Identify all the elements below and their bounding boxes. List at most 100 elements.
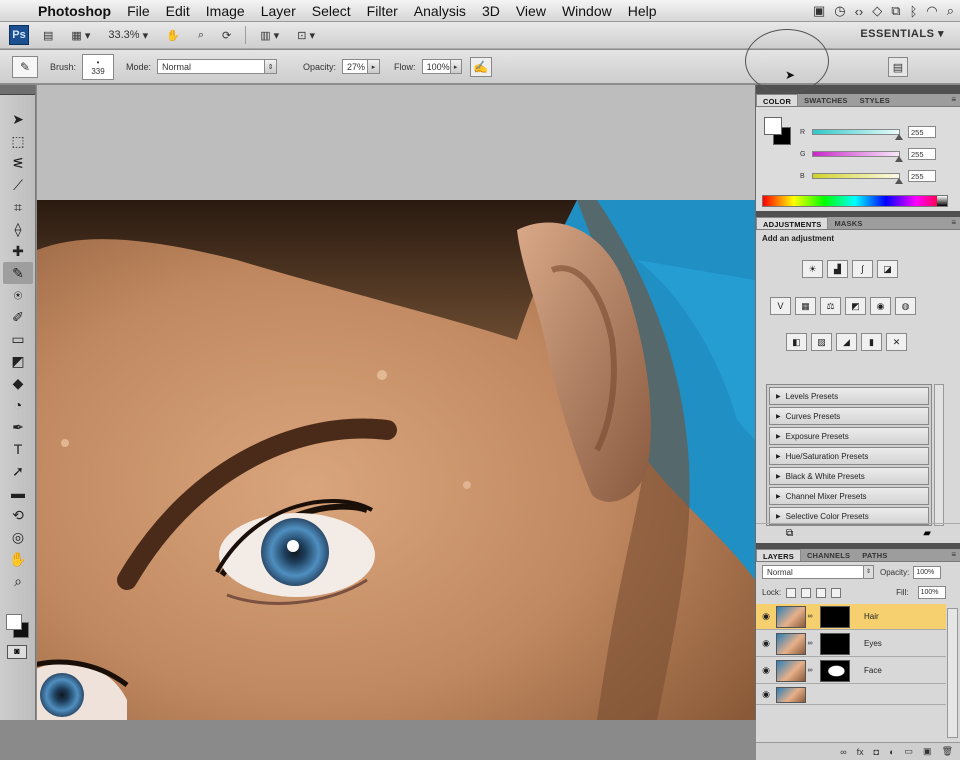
slider-knob[interactable]: [895, 156, 903, 162]
slider-knob[interactable]: [895, 134, 903, 140]
preset-item[interactable]: ▶ Hue/Saturation Presets: [769, 447, 929, 465]
crop-tool-icon[interactable]: ⌗: [3, 196, 33, 218]
layer-mask-thumbnail[interactable]: [820, 632, 850, 655]
brush-picker[interactable]: • 339: [82, 53, 115, 80]
color-swatches[interactable]: [4, 612, 32, 642]
screen-mode-button[interactable]: ⊡ ▾: [293, 26, 319, 44]
trash-icon[interactable]: 🗑: [942, 746, 953, 757]
menu-help[interactable]: Help: [620, 3, 665, 19]
type-tool-icon[interactable]: T: [3, 438, 33, 460]
zoom-level[interactable]: 33.3% ▾: [104, 26, 152, 44]
preset-item[interactable]: ▶ Curves Presets: [769, 407, 929, 425]
green-value[interactable]: 255: [908, 148, 936, 160]
menu-view[interactable]: View: [508, 3, 554, 19]
path-selection-tool-icon[interactable]: ➚: [3, 460, 33, 482]
blue-slider[interactable]: [812, 173, 903, 184]
tab-adjustments[interactable]: ADJUSTMENTS: [756, 217, 829, 229]
visibility-eye-icon[interactable]: ◉: [756, 638, 776, 649]
lock-transparency-icon[interactable]: [786, 587, 797, 598]
spaces-icon[interactable]: ⧉: [891, 3, 900, 19]
mode-select[interactable]: Normal ⇕: [157, 59, 278, 74]
tab-channels[interactable]: CHANNELS: [801, 549, 856, 561]
gradient-tool-icon[interactable]: ◩: [3, 350, 33, 372]
workspace-switcher[interactable]: ESSENTIALS ▾: [860, 27, 944, 40]
diamond-icon[interactable]: ◇: [872, 3, 882, 19]
brush-panel-toggle[interactable]: ▤: [888, 57, 908, 77]
color-balance-icon[interactable]: ⚖: [820, 297, 841, 315]
green-slider[interactable]: [812, 151, 903, 162]
add-mask-icon[interactable]: ◘: [874, 747, 879, 757]
rotate-view-button[interactable]: ⟳: [218, 26, 235, 44]
brightness-contrast-icon[interactable]: ☀: [802, 260, 823, 278]
panel-grip[interactable]: [0, 85, 35, 95]
3d-rotate-tool-icon[interactable]: ⟲: [3, 504, 33, 526]
eyedropper-tool-icon[interactable]: ⟠: [3, 218, 33, 240]
slider-knob[interactable]: [895, 178, 903, 184]
link-icon[interactable]: ∞: [806, 640, 814, 647]
preset-item[interactable]: ▶ Channel Mixer Presets: [769, 487, 929, 505]
layer-name[interactable]: Hair: [864, 612, 879, 621]
zoom-tool-button[interactable]: ⌕: [194, 26, 208, 44]
blend-mode-select[interactable]: Normal ⇕: [762, 565, 874, 579]
exposure-icon[interactable]: ◪: [877, 260, 898, 278]
layer-row-eyes[interactable]: ◉ ∞ Eyes: [756, 631, 946, 657]
document-canvas[interactable]: [37, 200, 755, 720]
preset-item[interactable]: ▶ Exposure Presets: [769, 427, 929, 445]
lock-pixels-icon[interactable]: [801, 587, 812, 598]
brush-tool-icon[interactable]: ✎: [3, 262, 33, 284]
layer-mask-thumbnail[interactable]: [820, 605, 850, 628]
airbrush-toggle[interactable]: ✍: [469, 56, 492, 77]
wifi-icon[interactable]: ◠: [926, 3, 937, 19]
link-icon[interactable]: ∞: [806, 613, 814, 620]
layer-row-background[interactable]: ◉: [756, 685, 946, 705]
history-brush-tool-icon[interactable]: ✐: [3, 306, 33, 328]
layer-name[interactable]: Eyes: [864, 639, 882, 648]
vibrance-icon[interactable]: V: [770, 297, 791, 315]
layer-opacity-value[interactable]: 100%: [913, 565, 942, 579]
menu-file[interactable]: File: [119, 3, 158, 19]
tab-layers[interactable]: LAYERS: [756, 549, 801, 561]
quick-selection-tool-icon[interactable]: ⟋: [3, 174, 33, 196]
launch-bridge-button[interactable]: ▤: [39, 26, 57, 44]
panel-menu-icon[interactable]: ≡: [951, 95, 956, 104]
levels-icon[interactable]: ▟: [827, 260, 848, 278]
new-group-icon[interactable]: ▭: [905, 746, 914, 757]
red-slider[interactable]: [812, 129, 903, 140]
invert-icon[interactable]: ◧: [786, 333, 807, 351]
menu-3d[interactable]: 3D: [474, 3, 508, 19]
preset-item[interactable]: ▶ Black & White Presets: [769, 467, 929, 485]
hue-saturation-icon[interactable]: ▦: [795, 297, 816, 315]
layer-row-hair[interactable]: ◉ ∞ Hair: [756, 604, 946, 630]
layer-name[interactable]: Face: [864, 666, 882, 675]
code-icon[interactable]: ‹›: [855, 4, 864, 19]
tab-masks[interactable]: MASKS: [828, 217, 868, 229]
curves-icon[interactable]: ∫: [852, 260, 873, 278]
menu-layer[interactable]: Layer: [253, 3, 304, 19]
red-value[interactable]: 255: [908, 126, 936, 138]
menu-filter[interactable]: Filter: [359, 3, 406, 19]
tool-preset-picker[interactable]: ✎: [12, 55, 38, 78]
new-layer-icon[interactable]: ▣: [923, 746, 932, 757]
preset-item[interactable]: ▶ Levels Presets: [769, 387, 929, 405]
posterize-icon[interactable]: ▨: [811, 333, 832, 351]
menu-edit[interactable]: Edit: [158, 3, 198, 19]
quick-mask-button[interactable]: ◙: [7, 645, 27, 659]
panel-menu-icon[interactable]: ≡: [951, 218, 956, 227]
foreground-color-swatch[interactable]: [6, 614, 22, 630]
gradient-map-icon[interactable]: ▮: [861, 333, 882, 351]
menu-image[interactable]: Image: [198, 3, 253, 19]
selective-color-icon[interactable]: ✕: [886, 333, 907, 351]
adjustment-options-icon[interactable]: ▰: [923, 528, 931, 539]
opacity-field[interactable]: 27% ▸: [342, 59, 381, 74]
blue-value[interactable]: 255: [908, 170, 936, 182]
layers-scrollbar[interactable]: [947, 608, 958, 738]
visibility-eye-icon[interactable]: ◉: [756, 665, 776, 676]
layer-mask-thumbnail[interactable]: [820, 659, 850, 682]
lock-position-icon[interactable]: [816, 587, 827, 598]
tab-swatches[interactable]: SWATCHES: [798, 94, 854, 106]
fill-value[interactable]: 100%: [917, 586, 946, 599]
tab-paths[interactable]: PATHS: [856, 549, 893, 561]
lasso-tool-icon[interactable]: ᓬ: [3, 152, 33, 174]
menu-photoshop[interactable]: Photoshop: [30, 3, 119, 19]
healing-brush-tool-icon[interactable]: ✚: [3, 240, 33, 262]
